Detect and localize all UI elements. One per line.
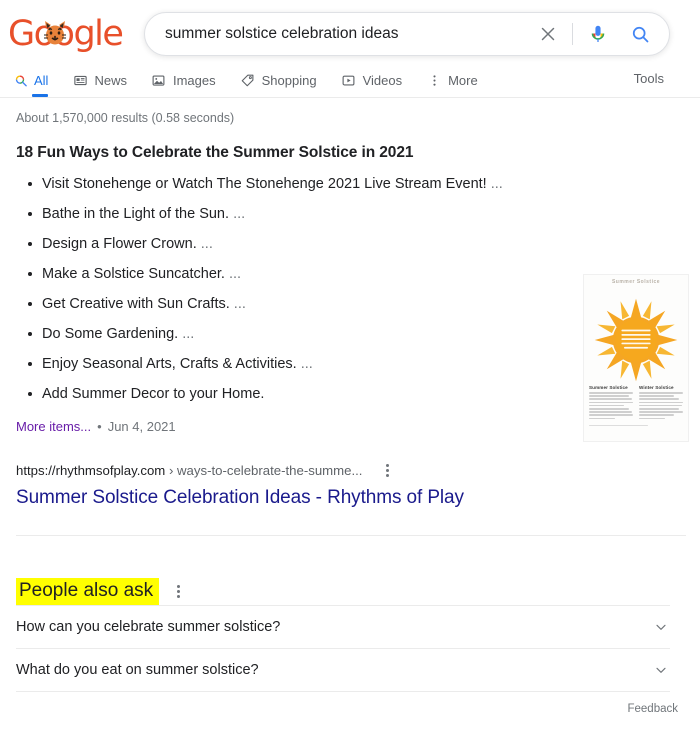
result-url-row: https://rhythmsofplay.com › ways-to-cele… — [16, 461, 700, 479]
tab-news[interactable]: News — [72, 63, 127, 97]
list-item-ellipsis: ... — [229, 266, 242, 282]
list-item-text: Bathe in the Light of the Sun. — [42, 206, 230, 222]
list-item-text: Make a Solstice Suncatcher. — [42, 266, 225, 282]
tab-videos-label: Videos — [362, 72, 403, 88]
tab-shopping[interactable]: Shopping — [240, 63, 317, 97]
tab-news-label: News — [94, 72, 127, 88]
search-divider — [572, 23, 573, 45]
tab-images-label: Images — [172, 72, 216, 88]
people-also-ask-kebab-icon[interactable] — [169, 583, 187, 601]
paa-bottom-divider — [16, 691, 670, 692]
thumbnail-column-summer: Summer Solstice — [589, 385, 633, 421]
microphone-icon[interactable] — [583, 19, 613, 49]
tag-icon — [240, 72, 256, 88]
tab-more[interactable]: More — [426, 63, 478, 97]
result-divider — [16, 535, 686, 536]
tools-button[interactable]: Tools — [634, 71, 664, 86]
chevron-down-icon[interactable] — [652, 618, 670, 636]
image-icon — [151, 72, 167, 88]
list-item-ellipsis: ... — [300, 356, 313, 372]
paa-question-label: How can you celebrate summer solstice? — [16, 619, 281, 635]
sun-graphic-icon — [584, 295, 688, 385]
thumbnail-col-right-title: Winter Solstice — [639, 385, 674, 390]
list-item-ellipsis: ... — [233, 206, 246, 222]
list-item-text: Get Creative with Sun Crafts. — [42, 296, 230, 312]
clear-search-icon[interactable] — [534, 20, 562, 48]
news-icon — [72, 72, 88, 88]
page-header: Google — [0, 0, 700, 56]
more-items-link[interactable]: More items... — [16, 419, 91, 434]
list-item-ellipsis: ... — [490, 176, 503, 192]
separator-dot: • — [97, 419, 102, 434]
result-stats: About 1,570,000 results (0.58 seconds) — [16, 111, 235, 125]
tab-more-label: More — [448, 72, 478, 88]
tab-all[interactable]: All — [12, 63, 49, 97]
tab-all-label: All — [34, 72, 49, 88]
result-url[interactable]: https://rhythmsofplay.com › ways-to-cele… — [16, 463, 362, 478]
list-item-text: Do Some Gardening. — [42, 326, 179, 342]
google-logo[interactable]: Google — [8, 12, 124, 56]
paa-question-1[interactable]: What do you eat on summer solstice? — [16, 648, 670, 691]
search-results: About 1,570,000 results (0.58 seconds) 1… — [0, 111, 700, 692]
list-item-ellipsis: ... — [182, 326, 195, 342]
list-item-text: Visit Stonehenge or Watch The Stonehenge… — [42, 176, 487, 192]
url-arrow: › — [168, 462, 174, 478]
thumbnail-footer — [584, 424, 688, 427]
list-item-ellipsis: ... — [233, 296, 246, 312]
solstice-infographic-thumbnail[interactable]: Summer Solstice Summer Solstice Winter S… — [583, 274, 689, 442]
people-also-ask-header: People also ask — [16, 578, 700, 605]
tiger-doodle-icon — [40, 19, 70, 47]
tab-shopping-label: Shopping — [261, 72, 317, 88]
list-item: Design a Flower Crown. ... — [14, 235, 700, 253]
tab-videos[interactable]: Videos — [341, 63, 403, 97]
url-path: ways-to-celebrate-the-summe... — [177, 462, 363, 478]
result-options-kebab-icon[interactable] — [378, 461, 396, 479]
chevron-down-icon[interactable] — [652, 661, 670, 679]
featured-snippet-title: 18 Fun Ways to Celebrate the Summer Sols… — [16, 144, 414, 161]
snippet-date: Jun 4, 2021 — [107, 419, 176, 434]
search-input[interactable] — [145, 14, 534, 54]
feedback-link[interactable]: Feedback — [627, 703, 678, 715]
search-icon — [12, 72, 28, 88]
thumbnail-column-winter: Winter Solstice — [639, 385, 683, 421]
search-submit-icon[interactable] — [625, 19, 655, 49]
tab-images[interactable]: Images — [151, 63, 216, 97]
search-bar[interactable] — [144, 12, 670, 56]
list-item-text: Enjoy Seasonal Arts, Crafts & Activities… — [42, 356, 297, 372]
result-title-link[interactable]: Summer Solstice Celebration Ideas - Rhyt… — [16, 485, 700, 511]
thumbnail-col-left-title: Summer Solstice — [589, 385, 628, 390]
people-also-ask-title: People also ask — [16, 578, 160, 605]
list-item-text: Add Summer Decor to your Home. — [42, 386, 265, 402]
url-domain: https://rhythmsofplay.com — [16, 462, 166, 478]
list-item: Visit Stonehenge or Watch The Stonehenge… — [14, 175, 700, 193]
paa-question-0[interactable]: How can you celebrate summer solstice? — [16, 605, 670, 648]
thumbnail-heading: Summer Solstice — [611, 279, 661, 285]
list-item-ellipsis: ... — [200, 236, 213, 252]
kebab-icon — [426, 72, 442, 88]
thumbnail-columns: Summer Solstice Winter Solstice — [584, 385, 688, 421]
paa-question-label: What do you eat on summer solstice? — [16, 662, 259, 678]
video-icon — [341, 72, 357, 88]
list-item: Bathe in the Light of the Sun. ... — [14, 205, 700, 223]
search-nav-tabs: All News Images Shopping Videos More Too… — [0, 63, 700, 98]
list-item-text: Design a Flower Crown. — [42, 236, 197, 252]
